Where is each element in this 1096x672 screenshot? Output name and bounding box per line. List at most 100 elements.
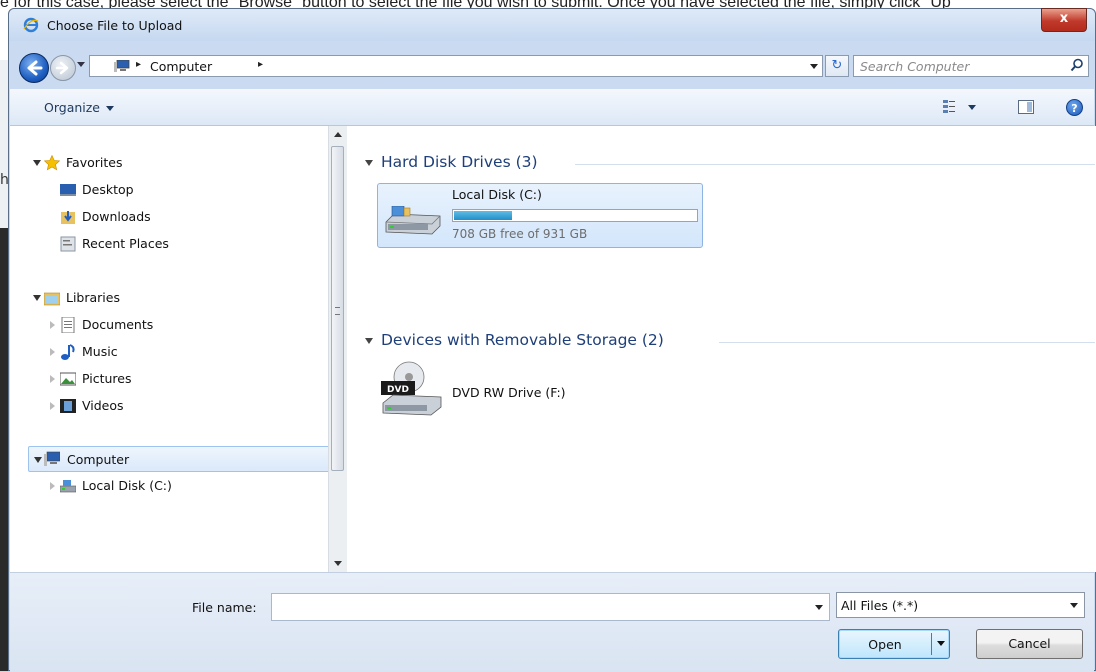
address-dropdown-icon[interactable]: [810, 64, 818, 69]
libraries-icon: [44, 292, 60, 306]
nav-item-desktop[interactable]: Desktop: [10, 179, 310, 201]
chevron-down-icon: [106, 106, 114, 111]
hard-drive-icon: [385, 206, 441, 235]
nav-pane-scrollbar[interactable]: [328, 126, 347, 572]
help-button[interactable]: ?: [1066, 99, 1083, 116]
documents-icon: [61, 317, 75, 333]
expand-arrow-icon[interactable]: [50, 375, 55, 383]
expand-arrow-icon[interactable]: [50, 482, 55, 490]
nav-item-label: Downloads: [82, 209, 151, 224]
music-icon: [61, 344, 75, 360]
computer-icon: [44, 451, 60, 466]
file-type-filter-select[interactable]: All Files (*.*): [836, 592, 1085, 618]
videos-icon: [60, 399, 76, 413]
change-view-button[interactable]: [942, 99, 978, 115]
drive-tile-local-disk-c[interactable]: Local Disk (C:) 708 GB free of 931 GB: [377, 183, 703, 248]
refresh-icon: ↻: [831, 58, 843, 73]
nav-computer[interactable]: Computer: [28, 446, 331, 472]
nav-libraries[interactable]: Libraries: [10, 287, 310, 309]
nav-item-label: Documents: [82, 317, 154, 332]
nav-item-label: Music: [82, 344, 118, 359]
dialog-footer: File name: All Files (*.*) Open Cancel: [10, 572, 1094, 672]
group-divider: [575, 164, 1095, 165]
drive-usage-fill: [454, 211, 512, 220]
search-placeholder: Search Computer: [860, 59, 970, 74]
chevron-down-icon[interactable]: [1070, 603, 1078, 608]
file-name-history-dropdown-icon[interactable]: [815, 605, 823, 610]
dialog-titlebar[interactable]: Choose File to Upload x: [9, 8, 1095, 41]
breadcrumb-separator[interactable]: ▸: [136, 59, 141, 70]
close-button[interactable]: x: [1041, 8, 1087, 32]
nav-item-videos[interactable]: Videos: [10, 395, 310, 417]
dvd-drive-icon[interactable]: DVD: [381, 361, 443, 423]
breadcrumb-separator-end[interactable]: ▸: [258, 59, 263, 70]
nav-item-label: Local Disk (C:): [82, 478, 172, 493]
recent-pages-dropdown[interactable]: [77, 62, 85, 67]
command-bar: Organize ?: [10, 89, 1094, 126]
desktop-icon: [60, 184, 76, 196]
grip-icon: [335, 307, 340, 315]
forward-button[interactable]: [50, 55, 76, 81]
file-name-label: File name:: [192, 600, 257, 615]
drive-name: Local Disk (C:): [452, 187, 542, 202]
group-header-removable-storage[interactable]: Devices with Removable Storage (2): [365, 331, 664, 349]
dvd-badge-text: DVD: [387, 385, 409, 395]
expand-arrow-icon[interactable]: [33, 160, 41, 166]
nav-item-label: Recent Places: [82, 236, 169, 251]
nav-item-music[interactable]: Music: [10, 341, 310, 363]
scroll-down-icon[interactable]: [334, 561, 342, 566]
view-options-icon: [943, 100, 976, 113]
address-row: ▸ Computer ▸ ↻ Search Computer: [9, 47, 1095, 87]
cancel-button[interactable]: Cancel: [976, 629, 1083, 659]
scrollbar-thumb[interactable]: [331, 146, 344, 471]
computer-icon: [114, 60, 130, 72]
downloads-folder-icon: [61, 211, 75, 224]
expand-arrow-icon[interactable]: [50, 321, 55, 329]
nav-item-documents[interactable]: Documents: [10, 314, 310, 336]
nav-item-recent-places[interactable]: Recent Places: [10, 233, 310, 255]
dialog-title: Choose File to Upload: [47, 18, 183, 33]
organize-button[interactable]: Organize: [44, 100, 114, 115]
content-pane: Hard Disk Drives (3) Local Disk (C:) 708…: [347, 126, 1096, 572]
expand-arrow-icon[interactable]: [50, 402, 55, 410]
nav-favorites[interactable]: Favorites: [10, 152, 310, 174]
search-icon[interactable]: [1070, 58, 1084, 72]
file-type-filter-value: All Files (*.*): [841, 598, 919, 613]
address-bar[interactable]: ▸ Computer ▸: [89, 55, 823, 77]
refresh-button[interactable]: ↻: [825, 55, 849, 77]
nav-item-label: Desktop: [82, 182, 134, 197]
search-input[interactable]: Search Computer: [853, 55, 1089, 77]
group-divider: [719, 342, 1095, 343]
nav-item-local-disk[interactable]: Local Disk (C:): [10, 475, 310, 497]
internet-explorer-icon: [23, 17, 39, 33]
preview-pane-button[interactable]: [1018, 100, 1034, 114]
collapse-arrow-icon[interactable]: [365, 337, 373, 344]
group-header-hard-disks[interactable]: Hard Disk Drives (3): [365, 153, 538, 171]
nav-item-label: Videos: [82, 398, 124, 413]
back-arrow-icon: [27, 60, 43, 76]
file-name-input[interactable]: [271, 593, 830, 621]
group-title: Devices with Removable Storage (2): [381, 331, 664, 349]
back-button[interactable]: [19, 53, 49, 83]
open-button-label: Open: [868, 637, 902, 652]
dvd-drive-name[interactable]: DVD RW Drive (F:): [452, 385, 566, 400]
navigation-pane: Favorites Desktop Downloads Recent Place…: [10, 126, 331, 572]
organize-label: Organize: [44, 100, 100, 115]
expand-arrow-icon[interactable]: [33, 295, 41, 301]
nav-computer-label: Computer: [67, 452, 130, 467]
forward-arrow-icon: [55, 61, 69, 75]
nav-item-downloads[interactable]: Downloads: [10, 206, 310, 228]
nav-item-pictures[interactable]: Pictures: [10, 368, 310, 390]
pictures-icon: [60, 372, 76, 386]
drive-free-space: 708 GB free of 931 GB: [452, 227, 588, 241]
scroll-up-icon[interactable]: [334, 132, 342, 137]
collapse-arrow-icon[interactable]: [365, 159, 373, 166]
open-options-chevron-icon[interactable]: [937, 641, 945, 646]
split-button-divider: [931, 633, 932, 655]
nav-favorites-label: Favorites: [66, 155, 123, 170]
breadcrumb-computer[interactable]: Computer: [150, 59, 212, 74]
nav-libraries-label: Libraries: [66, 290, 120, 305]
expand-arrow-icon[interactable]: [34, 457, 42, 463]
expand-arrow-icon[interactable]: [50, 348, 55, 356]
open-button[interactable]: Open: [838, 629, 950, 659]
